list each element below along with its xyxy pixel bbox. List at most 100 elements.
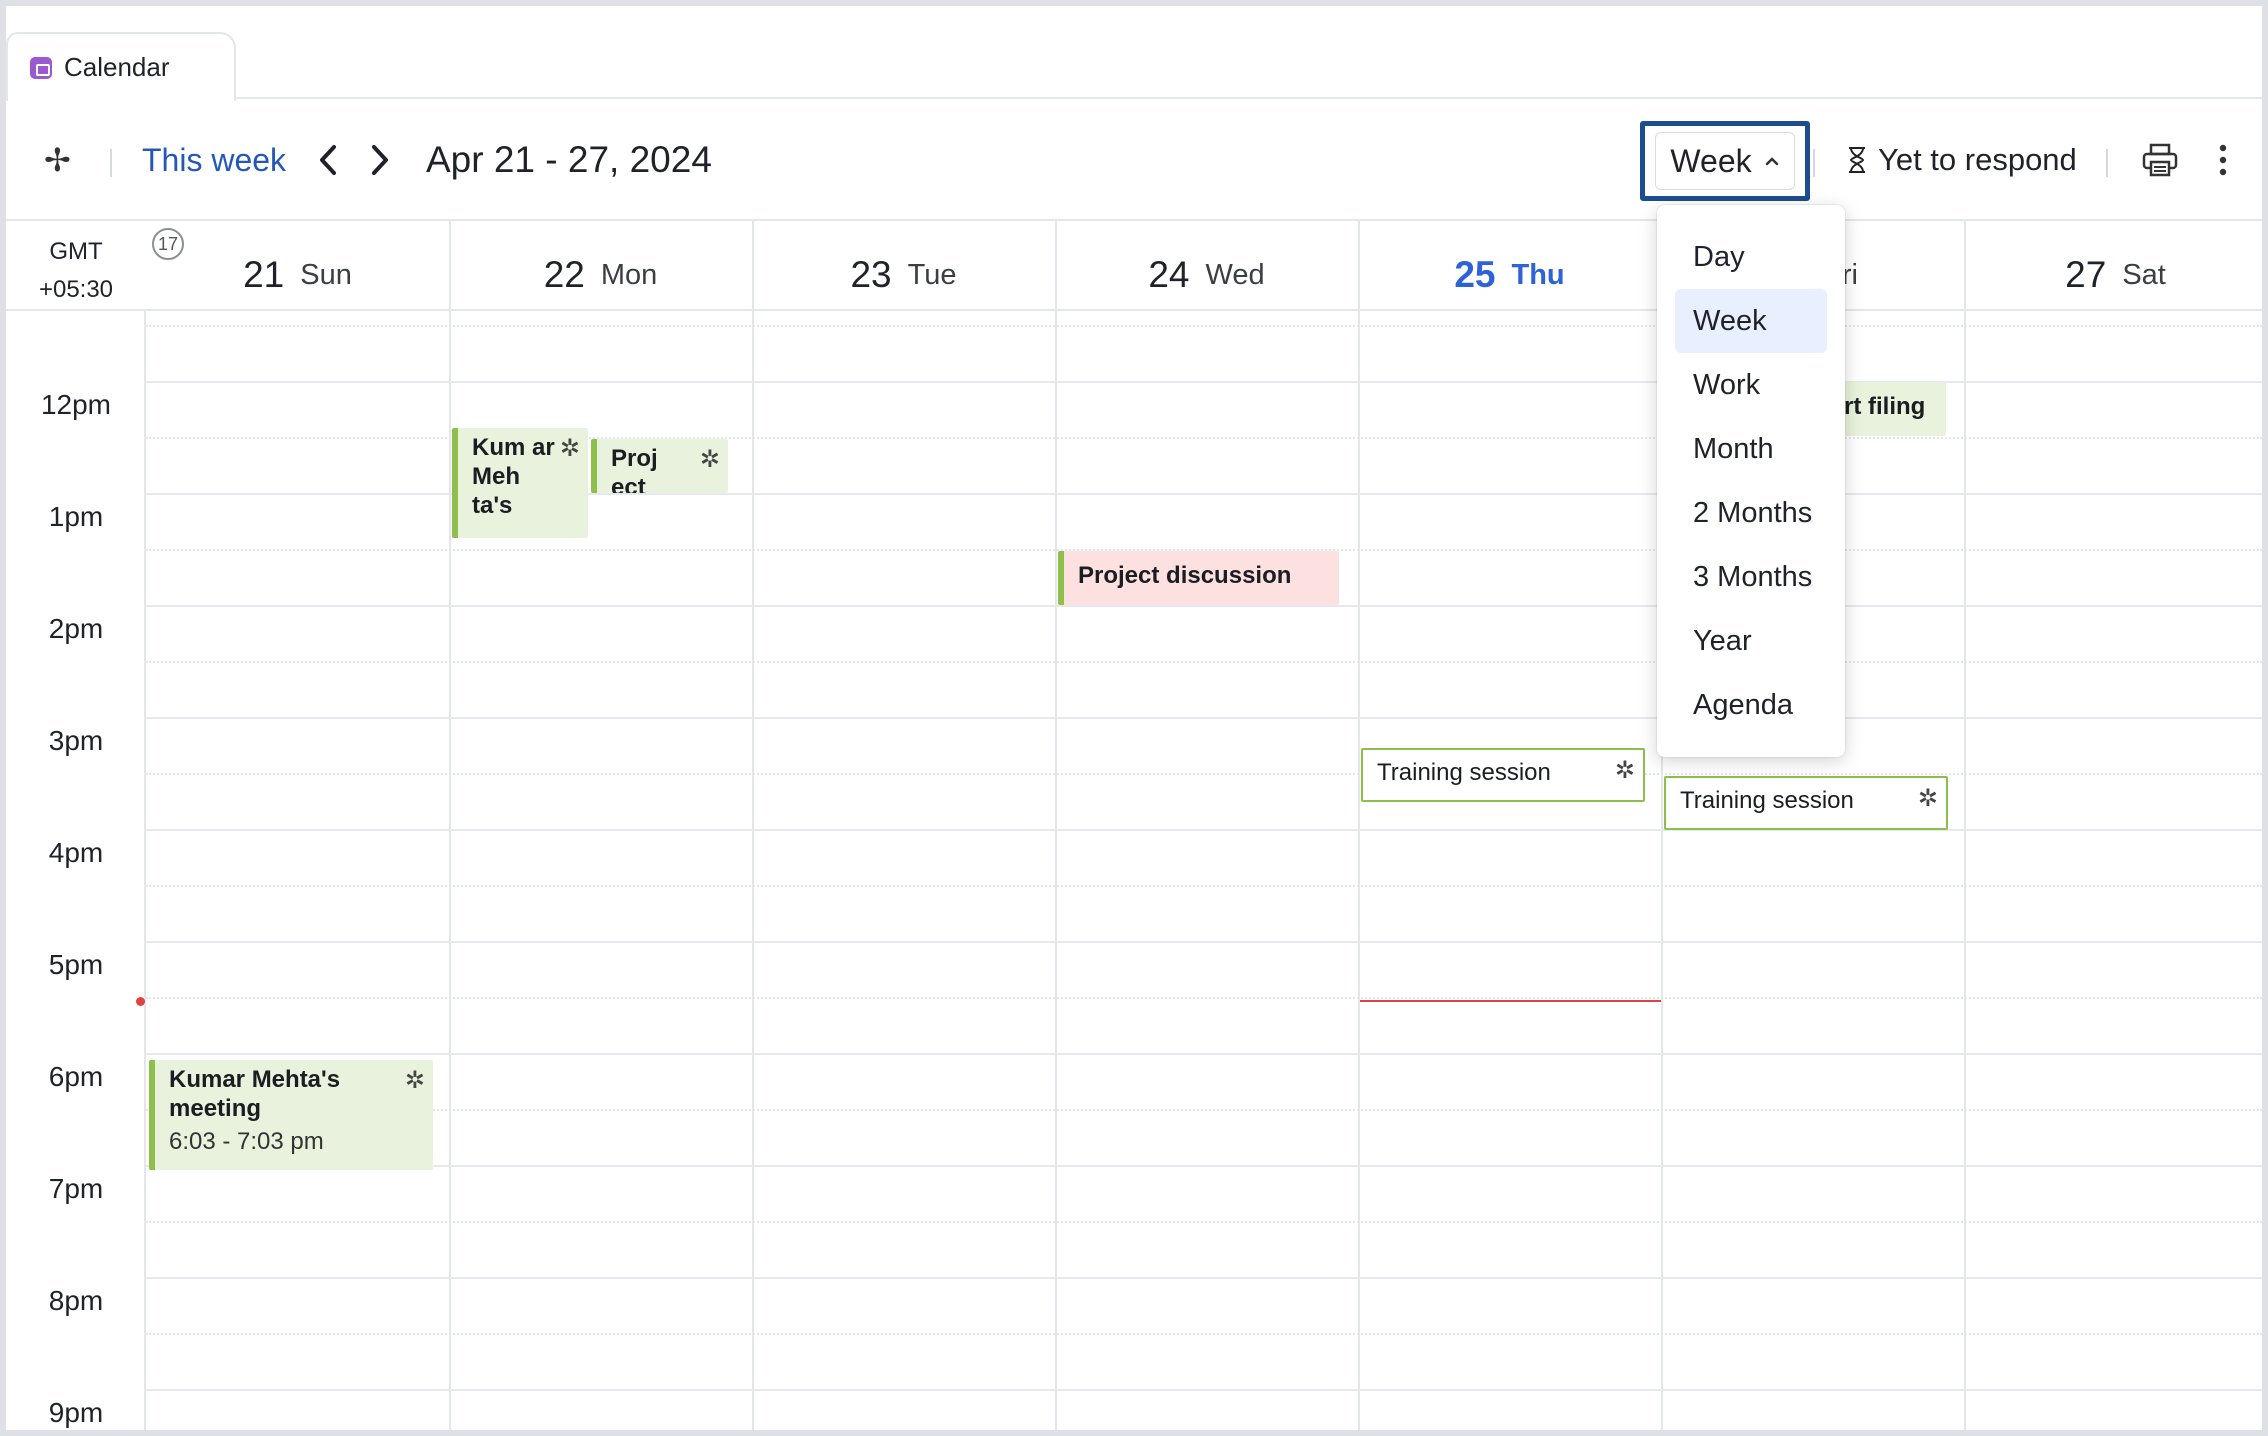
event-training-fri[interactable]: Training session ✲ [1664,776,1948,830]
view-option-year[interactable]: Year [1675,609,1827,673]
event-title: Project discussion [1078,562,1292,589]
day-number: 21 [243,254,285,295]
hourglass-icon [1849,147,1865,173]
divider [110,149,112,177]
day-name: Sun [300,258,352,291]
sparkle-icon[interactable]: ✢ [44,101,71,219]
day-separator [752,219,754,1430]
grid-line [146,1109,2262,1111]
date-range-title: Apr 21 - 27, 2024 [426,139,712,180]
view-select-dropdown[interactable]: Week [1640,121,1810,201]
week-time-grid[interactable]: 12pm 1pm 2pm 3pm 4pm 5pm 6pm 7pm 8pm 9pm… [6,219,2262,1430]
day-name: Sat [2122,258,2166,291]
recurring-icon: ✲ [559,435,580,462]
grid-line [146,605,2262,607]
hour-label: 1pm [48,501,104,532]
event-training-thu[interactable]: Training session ✲ [1361,748,1645,802]
day-number: 27 [2065,254,2107,295]
grid-line [146,1333,2262,1335]
yet-to-respond-label: Yet to respond [1878,142,2077,177]
event-kumar-mehta-sun[interactable]: Kumar Mehta's meeting 6:03 - 7:03 pm ✲ [149,1060,433,1170]
view-option-month[interactable]: Month [1675,417,1827,481]
event-title: Kumar Mehta's meeting [169,1066,341,1122]
divider [2106,149,2108,177]
event-title: rt filing [1844,393,1926,420]
view-option-2-months[interactable]: 2 Months [1675,481,1827,545]
timezone-label: GMT +05:30 [6,221,146,311]
event-title: Kum ar Meh ta's [472,434,555,519]
divider [1813,149,1815,177]
time-gutter [6,311,146,1430]
grid-line [146,1053,2262,1055]
day-header-sun[interactable]: 21 Sun [146,221,449,311]
grid-line [146,773,2262,775]
kebab-menu-icon [2219,144,2227,176]
tab-strip: Calendar [6,6,2262,101]
day-separator [449,219,451,1430]
calendar-window: Calendar ✢ This week Apr 21 - 27, 2024 W… [6,6,2262,1430]
toolbar: ✢ This week Apr 21 - 27, 2024 Week Yet t… [6,101,2262,219]
day-name: Tue [907,258,957,291]
grid-line [146,997,2262,999]
printer-icon [2142,143,2178,177]
chevron-up-icon [1765,157,1778,166]
previous-week-button[interactable] [316,101,340,219]
print-button[interactable] [2142,101,2178,219]
grid-line [146,661,2262,663]
tab-calendar[interactable]: Calendar [6,32,236,101]
event-project-mon[interactable]: Proj ect ✲ [591,439,728,493]
day-header-wed[interactable]: 24 Wed [1055,221,1358,311]
hour-label: 2pm [48,613,104,644]
view-option-day[interactable]: Day [1675,225,1827,289]
recurring-icon: ✲ [404,1067,425,1094]
current-time-dot [136,997,145,1006]
day-name: Mon [600,258,658,291]
recurring-icon: ✲ [1917,785,1938,812]
day-separator [1964,219,1966,1430]
next-week-button[interactable] [368,101,392,219]
grid-line [146,941,2262,943]
day-number: 24 [1148,254,1190,295]
event-project-discussion[interactable]: Project discussion [1058,551,1339,605]
calendar-app-icon [30,56,52,79]
view-dropdown-menu: Day Week Work Month 2 Months 3 Months Ye… [1657,205,1845,757]
day-number: 23 [850,254,892,295]
day-header-tue[interactable]: 23 Tue [752,221,1055,311]
timezone-gmt: GMT [49,238,103,265]
grid-line [146,325,2262,327]
view-option-work[interactable]: Work [1675,353,1827,417]
chevron-right-icon [372,145,388,175]
view-option-agenda[interactable]: Agenda [1675,673,1827,737]
day-separator [1358,219,1360,1430]
hour-label: 4pm [48,837,104,868]
grid-line [146,1221,2262,1223]
event-time: 6:03 - 7:03 pm [169,1128,324,1155]
event-kumar-mehta-mon[interactable]: Kum ar Meh ta's ✲ [452,428,588,538]
event-title: Proj ect [611,445,658,493]
day-separator [1055,219,1057,1430]
recurring-icon: ✲ [699,446,720,473]
event-filing-fri[interactable]: rt filing [1844,382,1946,436]
grid-line [146,717,2262,719]
day-header-sat[interactable]: 27 Sat [1964,221,2262,311]
hour-label: 12pm [40,389,112,420]
event-title: Training session [1377,759,1551,786]
view-option-week[interactable]: Week [1675,289,1827,353]
day-name: Wed [1205,258,1265,291]
grid-line [146,1165,2262,1167]
yet-to-respond-button[interactable]: Yet to respond [1846,101,2077,219]
view-option-3-months[interactable]: 3 Months [1675,545,1827,609]
day-number: 25 [1454,254,1496,295]
day-number: 22 [543,254,585,295]
more-options-button[interactable] [2218,101,2228,219]
day-header-mon[interactable]: 22 Mon [449,221,752,311]
chevron-left-icon [320,145,336,175]
day-header-thu-today[interactable]: 25 Thu [1358,221,1661,311]
grid-line [146,885,2262,887]
this-week-button[interactable]: This week [142,101,286,219]
hour-label: 8pm [48,1285,104,1316]
hour-label: 5pm [48,949,104,980]
hour-label: 7pm [48,1173,104,1204]
grid-line [146,1389,2262,1391]
hour-label: 3pm [48,725,104,756]
